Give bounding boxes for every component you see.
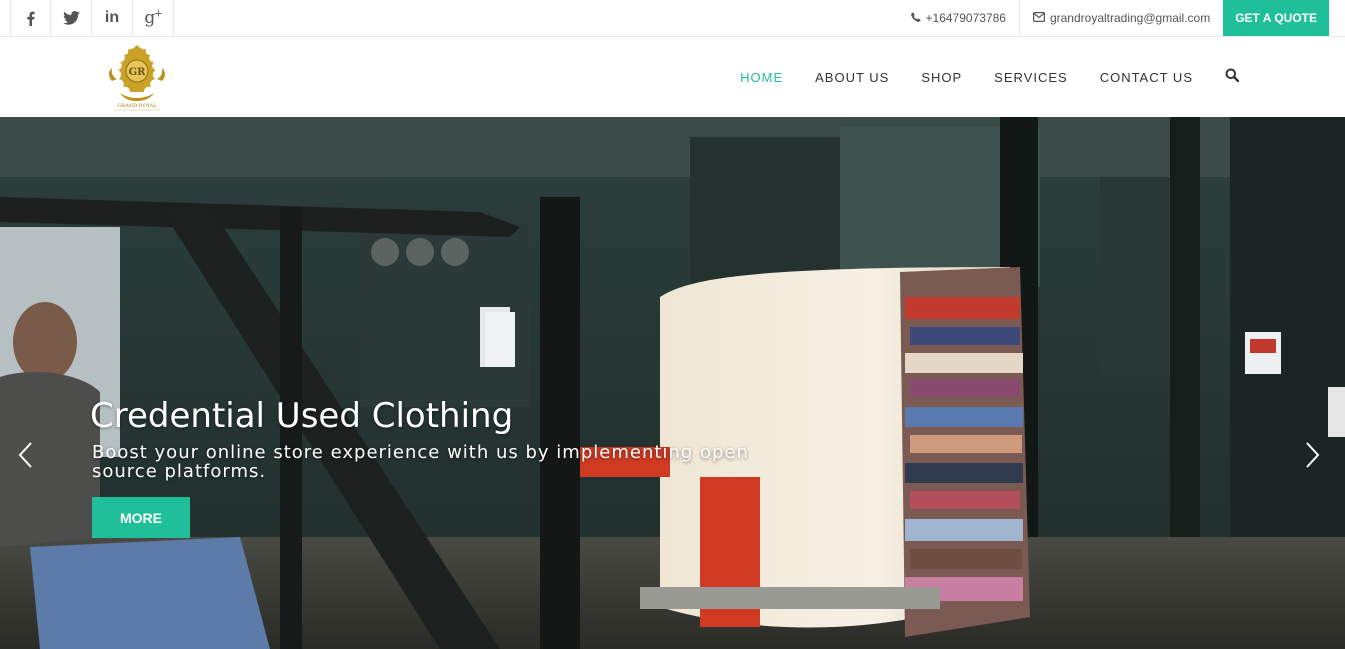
slider-prev-button[interactable] (14, 440, 38, 470)
phone-number: +16479073786 (925, 11, 1006, 25)
google-plus-link[interactable]: g+ (133, 0, 174, 36)
nav-item-home[interactable]: HOME (740, 70, 783, 85)
grand-royal-logo[interactable]: GR GRAND ROYAL (100, 41, 174, 113)
phone-icon (910, 11, 926, 25)
contact-info: +16479073786 grandroyaltrading@gmail.com… (898, 0, 1329, 36)
search-icon (1225, 68, 1240, 87)
hero-title: Credential Used Clothing (90, 396, 514, 436)
svg-text:GR: GR (129, 67, 147, 78)
top-bar: in g+ +16479073786 grandroyaltrading@gma… (0, 0, 1345, 37)
email-address: grandroyaltrading@gmail.com (1049, 11, 1211, 25)
nav-item-services[interactable]: SERVICES (994, 70, 1068, 85)
nav-item-contact-us[interactable]: CONTACT US (1100, 70, 1193, 85)
twitter-link[interactable] (51, 0, 92, 36)
chevron-left-icon (14, 442, 38, 474)
hero-background-image (0, 117, 1345, 649)
more-button[interactable]: MORE (92, 497, 190, 538)
main-nav: HOME ABOUT US SHOP SERVICES CONTACT US (740, 37, 1345, 117)
search-button[interactable] (1225, 68, 1240, 87)
twitter-icon (62, 11, 80, 25)
hero-subtitle: Boost your online store experience with … (92, 442, 749, 482)
phone-contact[interactable]: +16479073786 (898, 0, 1019, 36)
hero-slider: Credential Used Clothing Boost your onli… (0, 117, 1345, 649)
google-plus-icon: g+ (144, 8, 162, 28)
email-contact[interactable]: grandroyaltrading@gmail.com (1018, 0, 1223, 36)
svg-text:GRAND ROYAL: GRAND ROYAL (117, 103, 157, 109)
linkedin-link[interactable]: in (92, 0, 133, 36)
envelope-icon (1032, 11, 1050, 25)
slider-next-button[interactable] (1300, 440, 1324, 470)
social-links: in g+ (10, 0, 174, 36)
facebook-icon (26, 11, 35, 26)
main-header: GR GRAND ROYAL HOME ABOUT US SHOP SERVIC… (0, 37, 1345, 117)
linkedin-icon: in (104, 9, 120, 26)
facebook-link[interactable] (10, 0, 51, 36)
nav-item-shop[interactable]: SHOP (921, 70, 962, 85)
nav-item-about-us[interactable]: ABOUT US (815, 70, 889, 85)
chevron-right-icon (1300, 442, 1324, 474)
get-a-quote-button[interactable]: GET A QUOTE (1223, 0, 1329, 36)
